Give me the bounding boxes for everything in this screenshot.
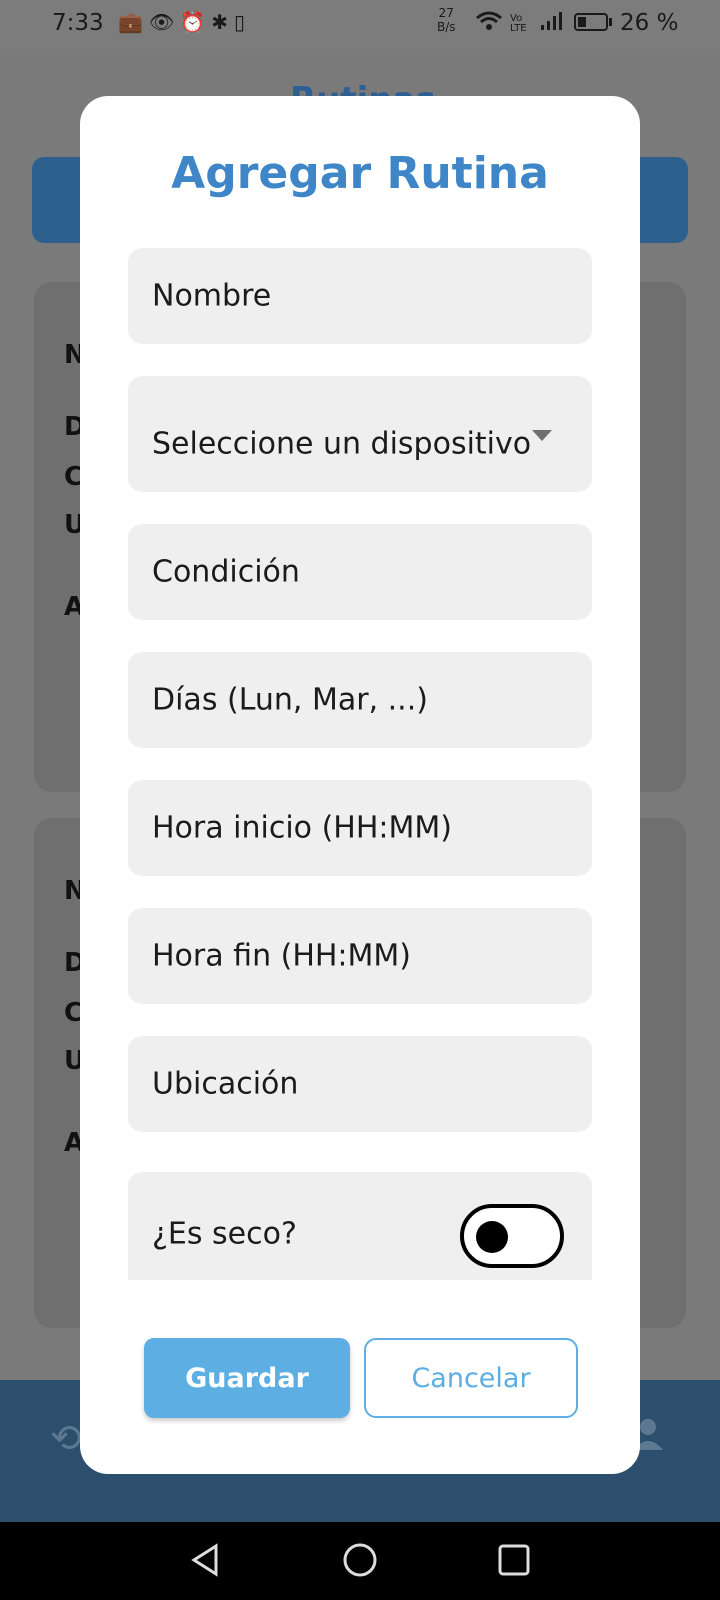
cancel-button[interactable]: Cancelar (364, 1338, 578, 1418)
status-bar: 7:33 💼 👁 ⏰ ✱ ▯ 27 B/s Vo LTE 26 % (0, 0, 720, 50)
vibrate-icon: ▯ (233, 10, 245, 34)
system-navigation-bar (0, 1522, 720, 1600)
home-button-icon[interactable] (340, 1540, 380, 1580)
eye-icon: 👁 (148, 10, 175, 34)
hora-fin-field[interactable]: Hora fin (HH:MM) (128, 908, 592, 1004)
ubicacion-placeholder: Ubicación (152, 1066, 299, 1102)
device-select-value: Seleccione un dispositivo (152, 426, 532, 462)
status-connectivity-icons: Vo LTE (476, 10, 564, 37)
es-seco-label: ¿Es seco? (152, 1216, 297, 1252)
work-profile-icon: 💼 (118, 10, 143, 34)
nombre-field[interactable]: Nombre (128, 248, 592, 344)
save-button[interactable]: Guardar (144, 1338, 350, 1418)
recents-icon[interactable] (494, 1540, 534, 1580)
network-speed-value: 27 (438, 6, 454, 20)
battery-icon (574, 13, 612, 31)
alarm-icon: ⏰ (180, 10, 206, 34)
hora-inicio-field[interactable]: Hora inicio (HH:MM) (128, 780, 592, 876)
toggle-knob (476, 1221, 508, 1253)
history-icon: ⟲ (50, 1416, 82, 1460)
ubicacion-field[interactable]: Ubicación (128, 1036, 592, 1132)
status-time: 7:33 (52, 10, 104, 36)
dias-placeholder: Días (Lun, Mar, ...) (152, 682, 428, 718)
condicion-placeholder: Condición (152, 554, 300, 590)
status-notification-icons: 💼 👁 ⏰ ✱ ▯ (118, 10, 245, 34)
battery-percent: 26 % (620, 10, 679, 36)
dias-field[interactable]: Días (Lun, Mar, ...) (128, 652, 592, 748)
network-speed: 27 B/s (437, 6, 456, 34)
network-speed-unit: B/s (437, 20, 456, 34)
dropdown-arrow-icon (532, 430, 552, 441)
hora-fin-placeholder: Hora fin (HH:MM) (152, 938, 412, 974)
wifi-icon (476, 10, 502, 37)
dialog-title: Agregar Rutina (171, 148, 549, 199)
back-icon[interactable] (186, 1540, 226, 1580)
hora-inicio-placeholder: Hora inicio (HH:MM) (152, 810, 452, 846)
es-seco-toggle[interactable] (460, 1204, 564, 1268)
device-select[interactable]: Seleccione un dispositivo (128, 376, 592, 492)
volte-icon: Vo LTE (510, 12, 527, 34)
add-routine-dialog: Agregar Rutina Nombre Seleccione un disp… (80, 96, 640, 1474)
nombre-placeholder: Nombre (152, 278, 272, 314)
bluetooth-icon: ✱ (211, 10, 228, 34)
es-seco-row: ¿Es seco? (128, 1172, 592, 1280)
signal-icon (540, 11, 564, 36)
condicion-field[interactable]: Condición (128, 524, 592, 620)
